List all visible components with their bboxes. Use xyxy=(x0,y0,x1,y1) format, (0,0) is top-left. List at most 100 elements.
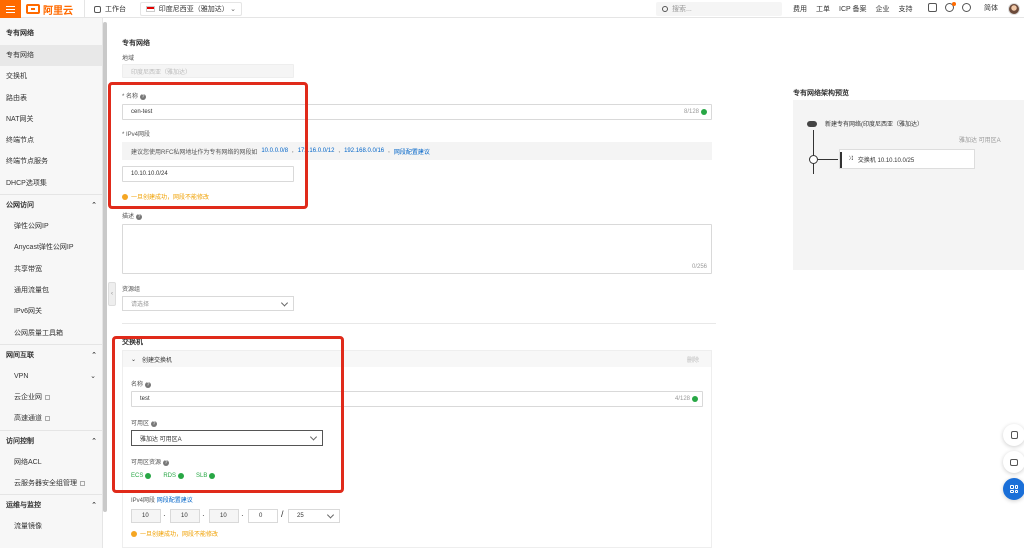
sidebar-item-vpc[interactable]: 专有网络 xyxy=(0,45,102,67)
description-textarea[interactable]: 0/256 xyxy=(122,224,712,274)
sidebar-item-endpoint-service[interactable]: 终端节点服务 xyxy=(0,151,102,172)
help-icon[interactable]: ? xyxy=(136,214,143,220)
octet-4-input[interactable]: 0 xyxy=(248,509,278,523)
sidebar-item-security-group[interactable]: 云服务器安全组管理 xyxy=(0,473,102,494)
search-input[interactable]: 搜索... xyxy=(656,2,782,16)
connector-line xyxy=(818,159,838,160)
mask-select[interactable]: 25 xyxy=(288,509,340,523)
link-tickets[interactable]: 工单 xyxy=(816,4,830,14)
link-billing[interactable]: 费用 xyxy=(793,4,807,14)
region-label: 地域 xyxy=(122,56,135,62)
highlight-box-vswitch xyxy=(112,336,344,493)
sidebar-item-ipv6[interactable]: IPv6网关 xyxy=(0,301,102,322)
apps-button[interactable] xyxy=(1003,478,1024,500)
clipboard-icon xyxy=(1010,431,1018,439)
warning-icon xyxy=(131,530,137,537)
vsw-ipv4-warning: 一旦创建成功，网段不能修改 xyxy=(131,529,218,538)
octet-1-input[interactable]: 10 xyxy=(131,509,161,523)
grid-icon xyxy=(1010,485,1018,493)
mask-value: 25 xyxy=(297,513,304,519)
cidr-advice-link[interactable]: 网段配置建议 xyxy=(394,147,430,156)
octet-2-input[interactable]: 10 xyxy=(170,509,200,523)
sidebar-item-dhcp[interactable]: DHCP选项集 xyxy=(0,173,102,194)
resource-group-select[interactable]: 请选择 xyxy=(122,296,294,311)
octet-value: 10 xyxy=(181,513,188,519)
label-text: IPv4网段 xyxy=(131,498,156,504)
octet-value: 0 xyxy=(259,513,263,519)
region-field: 印度尼西亚（雅加达） xyxy=(122,64,294,78)
sidebar-item-vswitch[interactable]: 交换机 xyxy=(0,66,102,87)
feedback-button[interactable] xyxy=(1003,451,1024,473)
sidebar-group-ops[interactable]: 运维与监控 ⌃ xyxy=(0,494,102,516)
sidebar-item-express-connect[interactable]: 高速通道 xyxy=(0,408,102,429)
counter-text: 4/128 xyxy=(674,396,690,402)
vsw-name-counter: 4/128 xyxy=(675,396,698,402)
sidebar-group-access-control[interactable]: 访问控制 ⌃ xyxy=(0,429,102,452)
sidebar-group-interconnect[interactable]: 网间互联 ⌃ xyxy=(0,343,102,366)
sidebar-item-route-table[interactable]: 路由表 xyxy=(0,88,102,109)
link-enterprise[interactable]: 企业 xyxy=(876,4,890,14)
link-support[interactable]: 支持 xyxy=(899,4,913,14)
avatar[interactable] xyxy=(1008,3,1020,15)
sidebar-item-vpn[interactable]: VPN ⌄ xyxy=(0,366,102,387)
sidebar-item-acl[interactable]: 网络ACL xyxy=(0,452,102,473)
sidebar-group-public[interactable]: 公网访问 ⌃ xyxy=(0,194,102,216)
menu-icon[interactable] xyxy=(0,0,21,18)
region-value: 印度尼西亚（雅加达） xyxy=(131,69,192,76)
sidebar-item-nat[interactable]: NAT网关 xyxy=(0,109,102,130)
resource-group-label: 资源组 xyxy=(122,287,141,293)
workbench-button[interactable]: 工作台 xyxy=(88,3,132,15)
group-label: 运维与监控 xyxy=(6,502,41,510)
delete-button[interactable]: 删除 xyxy=(687,355,699,364)
desc-label: 描述? xyxy=(122,211,143,220)
chevron-up-icon: ⌃ xyxy=(91,351,97,359)
indonesia-flag-icon xyxy=(146,6,155,12)
checklist-button[interactable] xyxy=(1003,424,1024,446)
rg-placeholder: 请选择 xyxy=(131,302,150,308)
aliyun-logo-icon xyxy=(26,4,40,14)
sidebar-item-toolbox[interactable]: 公网质量工具箱 xyxy=(0,323,102,344)
region-selector[interactable]: 印度尼西亚（雅加达） ⌄ xyxy=(140,2,242,16)
warning-text: 一旦创建成功，网段不能修改 xyxy=(140,532,219,538)
message-icon[interactable] xyxy=(928,3,937,12)
check-icon xyxy=(692,396,698,402)
group-label: 公网访问 xyxy=(6,202,34,210)
switch-icon: ⤨ xyxy=(848,155,853,162)
sidebar-item-cen[interactable]: 云企业网 xyxy=(0,387,102,408)
vswitch-node: ⤨ 交换机 10.10.10.0/25 xyxy=(839,149,975,169)
search-placeholder: 搜索... xyxy=(672,6,692,13)
sidebar-item-traffic-package[interactable]: 通用流量包 xyxy=(0,280,102,301)
suggest-192[interactable]: 192.168.0.0/16 xyxy=(344,148,384,154)
dot-separator: · xyxy=(202,511,205,520)
octet-3-input[interactable]: 10 xyxy=(209,509,239,523)
link-icp[interactable]: ICP 备案 xyxy=(839,4,867,14)
workbench-label: 工作台 xyxy=(105,6,126,13)
sidebar-item-mirror[interactable]: 流量镜像 xyxy=(0,516,102,537)
sidebar-scrollbar[interactable] xyxy=(103,22,107,512)
sidebar-collapse-button[interactable]: ‹ xyxy=(108,282,116,306)
chevron-up-icon: ⌃ xyxy=(91,502,97,510)
bell-icon[interactable] xyxy=(945,2,956,12)
external-link-icon xyxy=(45,416,50,422)
name-counter: 8/128 xyxy=(684,109,707,115)
brand-logo[interactable]: 阿里云 xyxy=(26,2,73,17)
cidr-advice-link[interactable]: 网段配置建议 xyxy=(157,498,193,504)
home-icon xyxy=(94,5,101,13)
sidebar-item-endpoint[interactable]: 终端节点 xyxy=(0,130,102,151)
sidebar: 专有网络 专有网络 交换机 路由表 NAT网关 终端节点 终端节点服务 DHCP… xyxy=(0,18,103,548)
item-label: VPN xyxy=(14,372,29,380)
item-label: 云企业网 xyxy=(14,394,42,402)
help-icon[interactable] xyxy=(962,3,971,12)
sidebar-item-shared-bandwidth[interactable]: 共享带宽 xyxy=(0,259,102,280)
top-bar: 阿里云 工作台 印度尼西亚（雅加达） ⌄ 搜索... 费用 工单 ICP 备案 企… xyxy=(0,0,1024,18)
language-switch[interactable]: 简体 xyxy=(984,0,998,18)
vpc-node-label: 新建专有网络(印度尼西亚（雅加达） xyxy=(825,122,923,128)
connector-line xyxy=(813,130,814,174)
zone-node-label: 雅加达 可用区A xyxy=(959,138,1001,144)
chevron-down-icon xyxy=(326,511,335,519)
sidebar-item-eip[interactable]: 弹性公网IP xyxy=(0,216,102,237)
item-label: 云服务器安全组管理 xyxy=(14,480,77,488)
sidebar-item-anycast[interactable]: Anycast弹性公网IP xyxy=(0,237,102,258)
router-icon xyxy=(809,155,818,164)
switch-node-label: 交换机 10.10.10.0/25 xyxy=(857,157,915,164)
